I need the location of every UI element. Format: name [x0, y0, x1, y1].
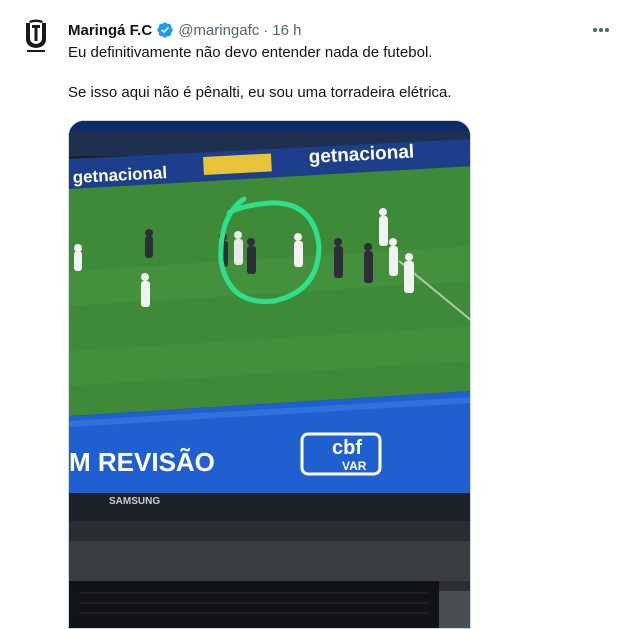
tweet-card[interactable]: Maringá F.C @maringafc · 16 h Eu definit…: [0, 0, 629, 629]
tweet-timestamp[interactable]: 16 h: [272, 22, 301, 39]
tv-brand: SAMSUNG: [109, 496, 160, 507]
verified-badge-icon[interactable]: [156, 21, 174, 39]
more-dot: [605, 28, 609, 32]
tweet-text: Eu definitivamente não devo entender nad…: [68, 43, 608, 103]
banner-text: M REVISÃO: [69, 447, 215, 477]
tweet-text-line-1: Eu definitivamente não devo entender nad…: [68, 44, 433, 61]
more-dot: [599, 28, 603, 32]
header-separator: ·: [263, 21, 269, 39]
more-horizontal-icon: [593, 28, 597, 32]
tweet-text-line-2: Se isso aqui não é pênalti, eu sou uma t…: [68, 84, 452, 101]
tweet-media-photo[interactable]: getnacional getnacional M REVISÃO cbf VA…: [68, 120, 471, 629]
more-options-button[interactable]: [589, 18, 613, 42]
author-handle[interactable]: @maringafc: [178, 22, 259, 39]
var-screen-photo: getnacional getnacional M REVISÃO cbf VA…: [69, 121, 470, 628]
var-text: VAR: [342, 459, 367, 473]
tweet-header: Maringá F.C @maringafc · 16 h: [68, 20, 301, 40]
cbf-text: cbf: [332, 437, 362, 459]
maringa-crest-icon: [26, 19, 46, 52]
author-avatar[interactable]: [16, 16, 56, 56]
author-name[interactable]: Maringá F.C: [68, 22, 152, 39]
